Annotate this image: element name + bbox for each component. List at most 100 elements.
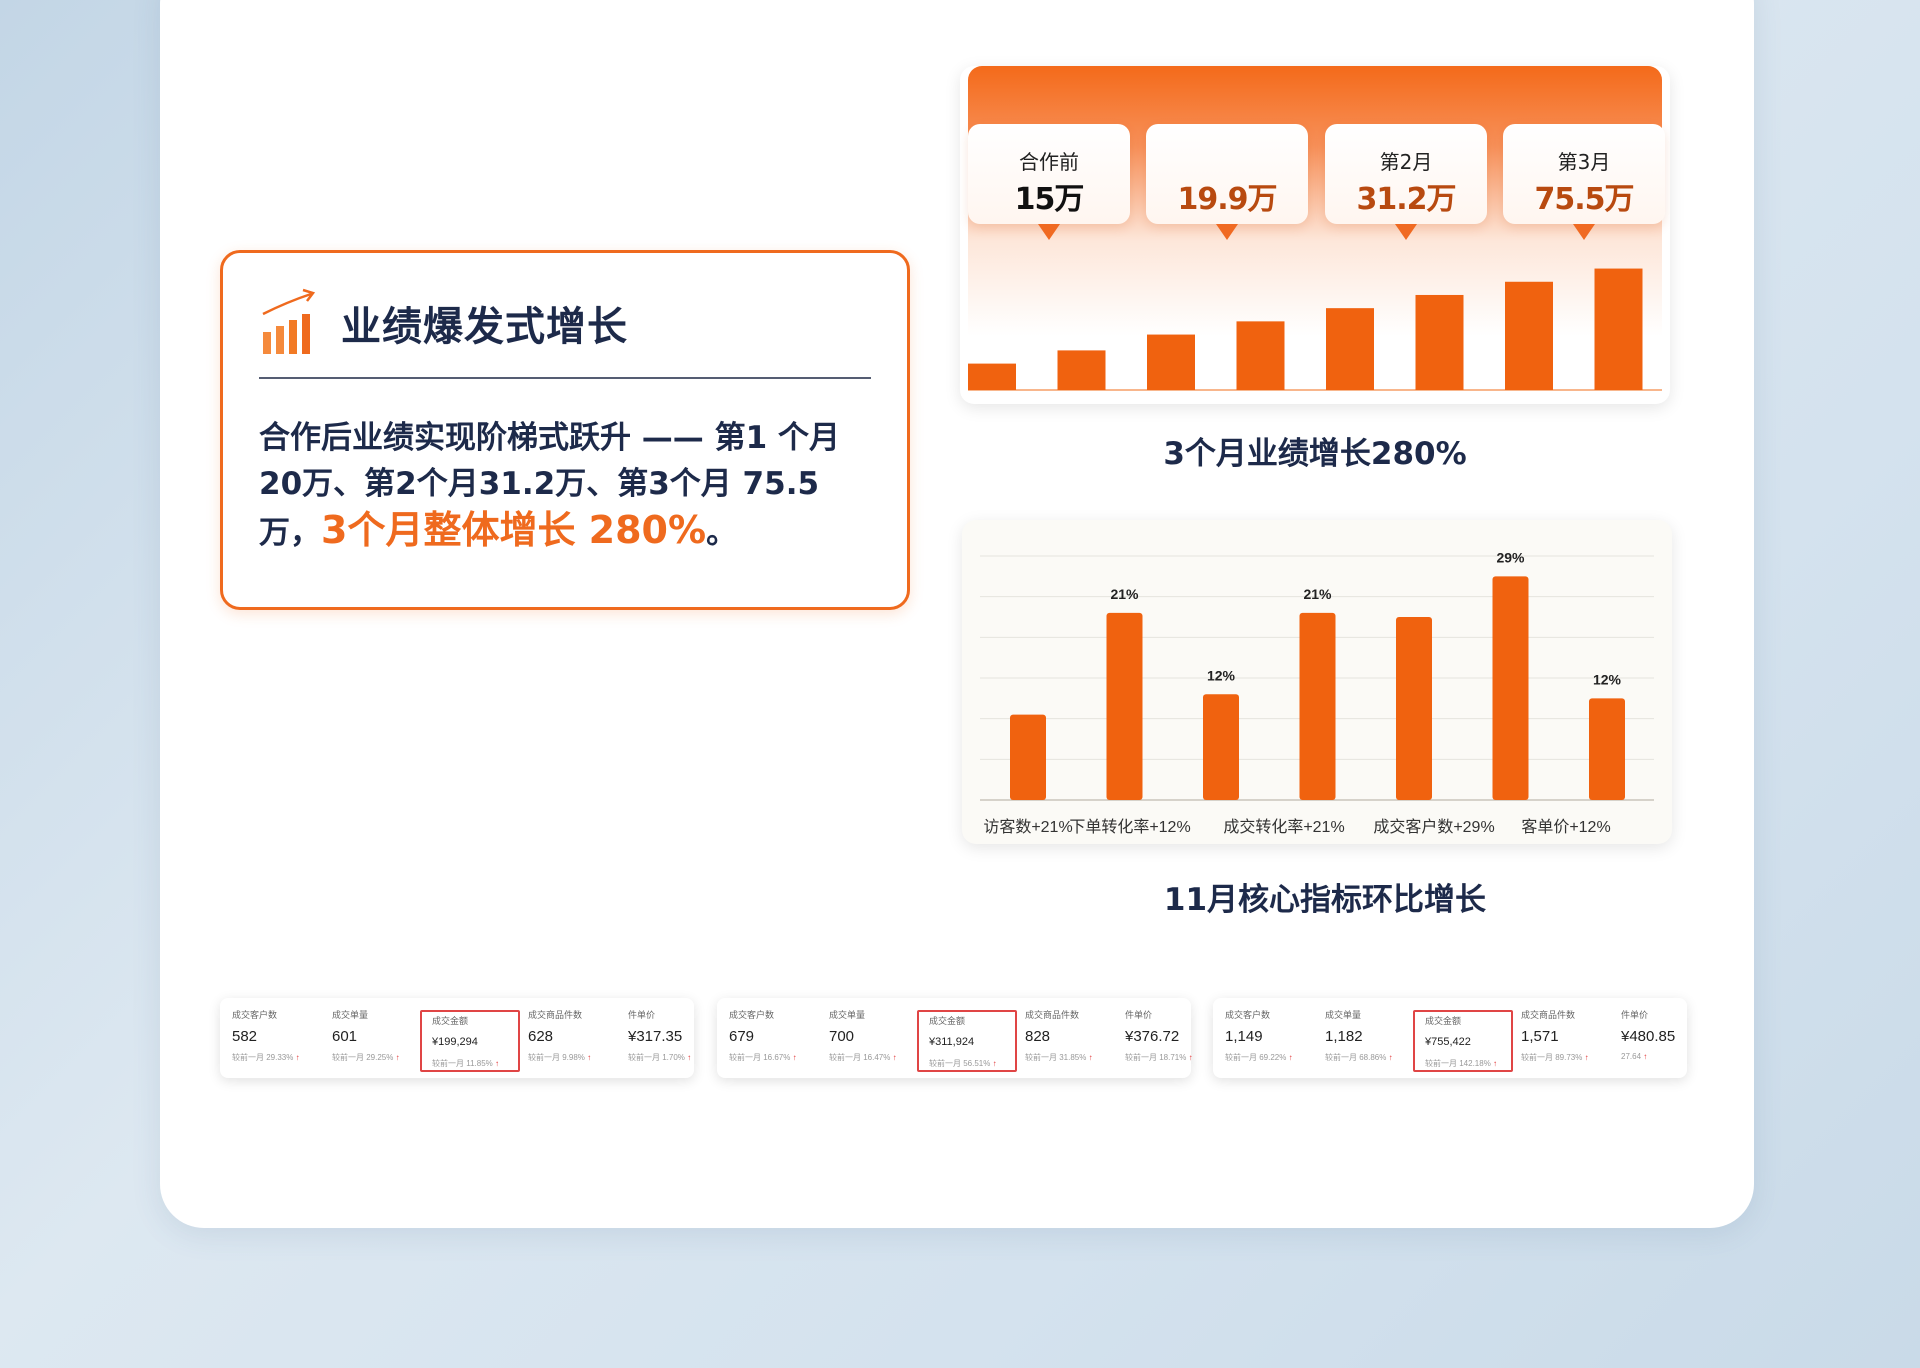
stat: 成交商品件数 828 较前一月 31.85% ↑ (1025, 1008, 1119, 1070)
bar (1106, 612, 1143, 800)
data-label: 29% (1496, 549, 1525, 565)
stat-label: 成交客户数 (1225, 1010, 1271, 1020)
arrow-up-icon: ↑ (1493, 1059, 1498, 1068)
performance-chart-title: 3个月业绩增长280% (1163, 436, 1467, 472)
arrow-up-icon: ↑ (1584, 1053, 1589, 1062)
stat-label: 成交商品件数 (1521, 1010, 1576, 1020)
data-label: 21% (1303, 586, 1332, 602)
stat-value: 828 (1025, 1028, 1051, 1045)
bar (1236, 321, 1285, 390)
growth-header: 业绩爆发式增长 (259, 283, 871, 363)
stat: 成交单量 700 较前一月 16.47% ↑ (829, 1008, 923, 1070)
stat: 成交客户数 582 较前一月 29.33% ↑ (232, 1008, 326, 1070)
stat: 件单价 ¥480.85 27.64 ↑ (1621, 1008, 1715, 1070)
stat-value: 601 (332, 1028, 358, 1045)
arrow-up-icon: ↑ (587, 1053, 592, 1062)
divider (259, 377, 871, 379)
stat-label: 成交金额 (929, 1016, 966, 1026)
stat: 成交商品件数 628 较前一月 9.98% ↑ (528, 1008, 622, 1070)
arrow-up-icon: ↑ (1088, 1053, 1093, 1062)
stat-label: 成交单量 (829, 1010, 866, 1020)
stat-compare: 较前一月 89.73% ↑ (1521, 1053, 1589, 1062)
stat-compare: 较前一月 56.51% ↑ (929, 1059, 997, 1068)
growth-summary-box: 业绩爆发式增长 合作后业绩实现阶梯式跃升 —— 第1 个月20万、第2个月31.… (220, 250, 910, 610)
stat-compare: 较前一月 16.67% ↑ (729, 1053, 797, 1062)
arrow-up-icon: ↑ (992, 1059, 997, 1068)
growth-chart-icon (262, 288, 316, 354)
category-label: 下单转化率+12% (1069, 818, 1190, 836)
stat-label: 成交商品件数 (528, 1010, 583, 1020)
stat-label: 成交商品件数 (1025, 1010, 1080, 1020)
bar (1299, 612, 1336, 800)
data-label: 12% (1207, 667, 1236, 683)
data-label: 21% (1110, 586, 1139, 602)
category-label: 成交客户数+29% (1373, 818, 1494, 836)
metrics-chart-panel: 21% 12% 21% 29% 12% 访客数+21% 下单转化率+12% 成交转化率+21%… (962, 520, 1672, 844)
stat-value: 628 (528, 1028, 554, 1045)
bar (1203, 694, 1239, 800)
stat-label: 件单价 (628, 1010, 656, 1020)
stat-value: 679 (729, 1028, 755, 1045)
arrow-up-icon: ↑ (687, 1053, 692, 1062)
stat: 件单价 ¥376.72 较前一月 18.71% ↑ (1125, 1008, 1219, 1070)
stats-strip: 成交客户数 1,149 较前一月 69.22% ↑ 成交单量 1,182 较前一月 68.… (1213, 998, 1687, 1078)
bar (1326, 308, 1374, 390)
stat-value: 1,182 (1325, 1028, 1363, 1045)
growth-desc-highlight: 3个月整体增长 280% (321, 508, 707, 552)
stat: 成交客户数 679 较前一月 16.67% ↑ (729, 1008, 823, 1070)
growth-desc-end: 。 (706, 515, 738, 551)
stat-label: 成交客户数 (729, 1010, 775, 1020)
arrow-up-icon: ↑ (1288, 1053, 1293, 1062)
bar (1396, 617, 1432, 800)
stats-strip: 成交客户数 582 较前一月 29.33% ↑ 成交单量 601 较前一月 29.25% … (220, 998, 694, 1078)
stat-label: 件单价 (1125, 1010, 1153, 1020)
stat-value: ¥311,924 (929, 1036, 975, 1048)
arrow-up-icon: ↑ (295, 1053, 300, 1062)
stat-compare: 较前一月 1.70% ↑ (628, 1053, 692, 1062)
bar (1415, 294, 1464, 390)
stat: 件单价 ¥317.35 较前一月 1.70% ↑ (628, 1008, 722, 1070)
arrow-up-icon: ↑ (1388, 1053, 1393, 1062)
arrow-up-icon: ↑ (1188, 1053, 1193, 1062)
stats-strip: 成交客户数 679 较前一月 16.67% ↑ 成交单量 700 较前一月 16.47% … (717, 998, 1193, 1078)
bar (1057, 350, 1106, 390)
arrow-up-icon: ↑ (494, 1059, 499, 1068)
growth-title: 业绩爆发式增长 (341, 304, 628, 350)
stat-highlighted: 成交金额 ¥199,294 较前一月 11.85% ↑ (420, 1010, 520, 1072)
category-label: 客单价+12% (1521, 818, 1610, 836)
bar (968, 363, 1016, 390)
stat-value: ¥480.85 (1621, 1028, 1676, 1045)
stat-compare: 较前一月 16.47% ↑ (829, 1053, 897, 1062)
stat-label: 成交单量 (332, 1010, 369, 1020)
category-label: 访客数+21% (983, 818, 1072, 836)
stat-value: 1,571 (1521, 1028, 1559, 1045)
metrics-bar-chart: 21% 12% 21% 29% 12% 访客数+21%下单转化率+12% 成交转化率+21%… (980, 549, 1654, 836)
stat: 成交单量 1,182 较前一月 68.86% ↑ (1325, 1008, 1419, 1070)
bar (1594, 268, 1643, 390)
stat: 成交客户数 1,149 较前一月 69.22% ↑ (1225, 1008, 1319, 1070)
stat-value: 700 (829, 1028, 855, 1045)
stat-compare: 27.64 ↑ (1621, 1052, 1648, 1061)
stat-value: ¥376.72 (1125, 1028, 1180, 1045)
category-label: 成交转化率+21% (1223, 818, 1344, 836)
data-label: 12% (1593, 671, 1622, 687)
stat-value: ¥755,422 (1425, 1036, 1471, 1048)
bar (1147, 334, 1195, 390)
stat-highlighted: 成交金额 ¥755,422 较前一月 142.18% ↑ (1413, 1010, 1513, 1072)
stat-compare: 较前一月 29.25% ↑ (332, 1053, 400, 1062)
stat-compare: 较前一月 29.33% ↑ (232, 1053, 300, 1062)
stat-compare: 较前一月 68.86% ↑ (1325, 1053, 1393, 1062)
stat-value: 582 (232, 1028, 258, 1045)
stat-compare: 较前一月 31.85% ↑ (1025, 1053, 1093, 1062)
stat-compare: 较前一月 69.22% ↑ (1225, 1053, 1293, 1062)
arrow-up-icon: ↑ (892, 1053, 897, 1062)
bar (1010, 714, 1046, 800)
stat-compare: 较前一月 142.18% ↑ (1425, 1059, 1498, 1068)
stat-compare: 较前一月 18.71% ↑ (1125, 1053, 1193, 1062)
metrics-chart-title: 11月核心指标环比增长 (1163, 882, 1487, 918)
arrow-up-icon: ↑ (395, 1053, 400, 1062)
stat: 成交商品件数 1,571 较前一月 89.73% ↑ (1521, 1008, 1615, 1070)
stat-label: 件单价 (1621, 1010, 1649, 1020)
arrow-up-icon: ↑ (792, 1053, 797, 1062)
bar (1492, 576, 1529, 800)
